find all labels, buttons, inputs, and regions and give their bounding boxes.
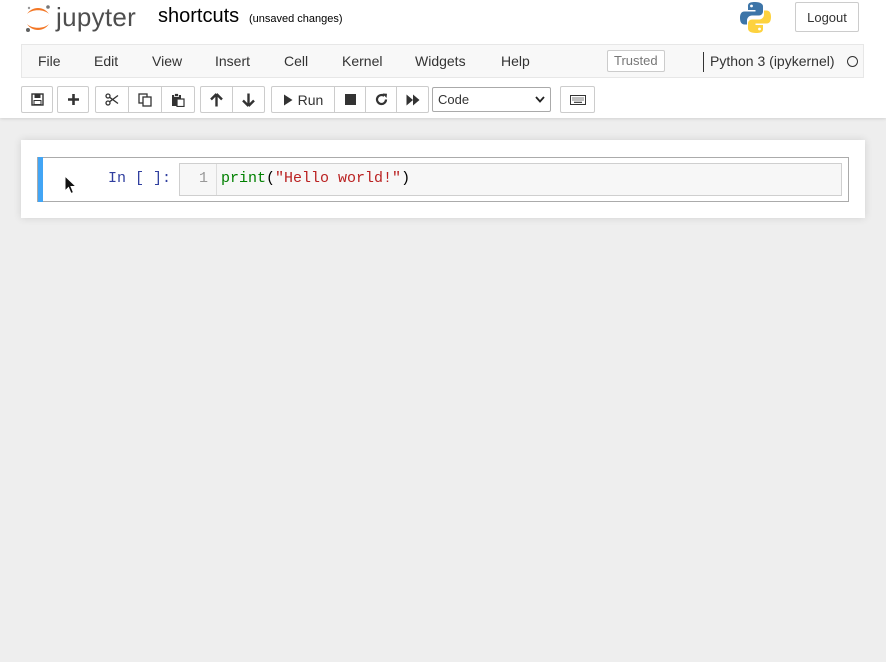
kernel-name[interactable]: Python 3 (ipykernel) — [710, 45, 835, 78]
code-string: "Hello world!" — [275, 170, 402, 187]
save-icon — [30, 93, 44, 106]
jupyter-logo[interactable]: jupyter — [24, 2, 144, 34]
menu-widgets[interactable]: Widgets — [415, 45, 466, 77]
kernel-divider — [703, 52, 704, 72]
jupyter-icon — [26, 5, 50, 32]
restart-button[interactable] — [365, 86, 397, 113]
menu-kernel[interactable]: Kernel — [342, 45, 382, 77]
code-cell[interactable]: In [ ]: 1 print("Hello world!") — [37, 157, 849, 202]
insert-cell-button[interactable] — [57, 86, 89, 113]
notebook-container: In [ ]: 1 print("Hello world!") — [21, 140, 865, 218]
fast-forward-icon — [406, 94, 419, 105]
stop-icon — [344, 94, 356, 105]
chevron-down-icon — [535, 96, 545, 103]
play-icon — [283, 94, 293, 105]
code-paren-close: ) — [401, 170, 411, 187]
cell-type-value: Code — [438, 92, 470, 107]
arrow-up-icon — [210, 92, 223, 106]
menu-view[interactable]: View — [152, 45, 182, 77]
input-prompt: In [ ]: — [108, 170, 172, 187]
paste-icon — [172, 92, 185, 107]
line-number: 1 — [198, 170, 208, 187]
cut-button[interactable] — [95, 86, 129, 113]
menu-edit[interactable]: Edit — [94, 45, 118, 77]
code-builtin: print — [221, 170, 267, 187]
menu-insert[interactable]: Insert — [215, 45, 250, 77]
code-line: print("Hello world!") — [221, 170, 410, 187]
copy-button[interactable] — [128, 86, 162, 113]
refresh-icon — [375, 93, 387, 106]
restart-run-all-button[interactable] — [396, 86, 429, 113]
code-editor[interactable]: 1 print("Hello world!") — [179, 163, 842, 196]
save-button[interactable] — [21, 86, 53, 113]
interrupt-button[interactable] — [334, 86, 366, 113]
copy-icon — [138, 92, 152, 107]
move-down-button[interactable] — [232, 86, 265, 113]
cell-type-select[interactable]: Code — [432, 87, 551, 112]
menu-help[interactable]: Help — [501, 45, 530, 77]
run-button[interactable]: Run — [271, 86, 335, 113]
line-gutter: 1 — [180, 164, 217, 195]
save-status: (unsaved changes) — [249, 13, 343, 25]
header: jupyter shortcuts (unsaved changes) Logo… — [0, 0, 886, 118]
paste-button[interactable] — [161, 86, 195, 113]
mouse-pointer-icon — [64, 175, 78, 195]
command-palette-button[interactable] — [560, 86, 595, 113]
logout-button[interactable]: Logout — [795, 2, 859, 32]
arrow-down-icon — [242, 93, 255, 107]
cell-selection-bar — [38, 157, 43, 202]
trusted-indicator[interactable]: Trusted — [607, 50, 665, 72]
jupyter-wordmark: jupyter — [56, 2, 137, 32]
move-up-button[interactable] — [200, 86, 233, 113]
run-label: Run — [297, 91, 324, 108]
code-paren-open: ( — [266, 170, 276, 187]
menu-file[interactable]: File — [38, 45, 61, 77]
menubar: File Edit View Insert Cell Kernel Widget… — [21, 44, 864, 78]
plus-icon — [67, 94, 79, 105]
python-icon — [740, 2, 771, 33]
kernel-status-icon — [847, 56, 858, 67]
keyboard-icon — [569, 94, 586, 105]
notebook-name[interactable]: shortcuts — [158, 5, 239, 28]
scissors-icon — [105, 93, 119, 106]
menu-cell[interactable]: Cell — [284, 45, 308, 77]
